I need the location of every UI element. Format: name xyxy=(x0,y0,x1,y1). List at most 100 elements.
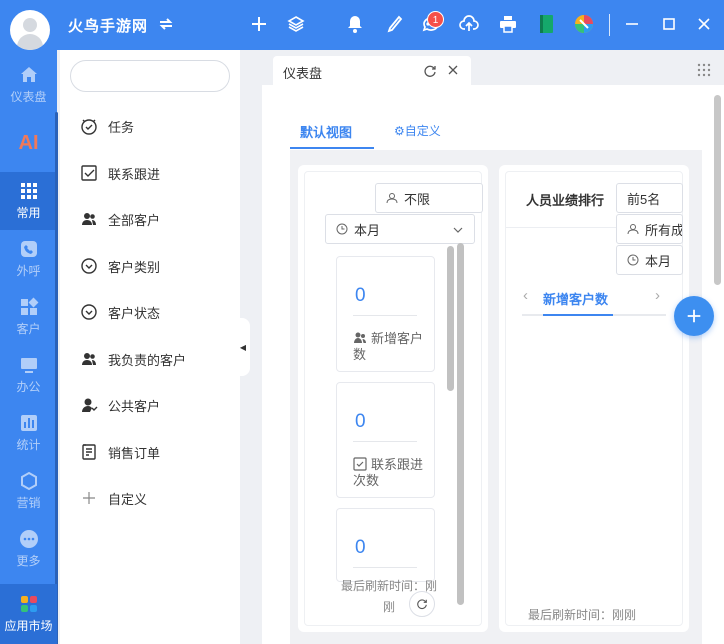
plus-icon xyxy=(83,492,95,504)
rail-item-ai[interactable]: AI xyxy=(0,114,57,172)
menu-item-sales-order[interactable]: 销售订单 xyxy=(80,440,160,464)
menu-search-input[interactable] xyxy=(70,60,230,92)
refresh-icon[interactable] xyxy=(423,64,437,78)
printer-icon[interactable] xyxy=(496,12,520,36)
user-icon xyxy=(386,193,398,204)
more-icon xyxy=(19,530,38,548)
card-scrollbar-thumb[interactable] xyxy=(457,243,464,605)
caret-left-icon: ◀ xyxy=(239,342,247,352)
sync-icon[interactable] xyxy=(154,12,178,36)
app-market-label: 应用市场 xyxy=(4,619,53,633)
user-icon xyxy=(82,398,98,412)
rail-item-more[interactable]: 更多 xyxy=(0,520,57,578)
hexagon-icon xyxy=(20,471,37,491)
menu-item-task[interactable]: 任务 xyxy=(80,114,134,138)
add-widget-button[interactable] xyxy=(674,296,714,336)
menu-item-my-customers[interactable]: 我负责的客户 xyxy=(80,347,186,371)
clock-icon xyxy=(627,254,639,266)
rail-label: 客户 xyxy=(16,322,41,336)
maximize-icon[interactable] xyxy=(657,12,681,36)
period-select[interactable]: 本月 xyxy=(325,214,475,244)
apps-grid-icon[interactable] xyxy=(697,63,711,77)
menu-item-custom[interactable]: 自定义 xyxy=(80,486,147,510)
top-n-select[interactable]: 前5名 xyxy=(616,183,683,213)
top-n-value: 前5名 xyxy=(627,191,661,207)
phone-icon xyxy=(20,241,37,257)
stat-value: 0 xyxy=(355,285,366,306)
close-icon[interactable] xyxy=(692,12,716,36)
menu-panel: 任务 联系跟进 全部客户 客户类别 客户状态 我负责的客户 公共客户 销售订单 … xyxy=(60,50,240,644)
scope-select[interactable]: 所有成 xyxy=(616,214,683,244)
period-select-value: 本月 xyxy=(354,222,381,238)
rail-scrollbar[interactable] xyxy=(55,112,58,644)
rail-item-stats[interactable]: 统计 xyxy=(0,404,57,462)
menu-item-customer-status[interactable]: 客户状态 xyxy=(80,300,160,324)
rail-item-outbound[interactable]: 外呼 xyxy=(0,230,57,288)
ranking-tab-underline xyxy=(543,314,613,316)
stat-third[interactable]: 0 xyxy=(336,508,435,582)
layers-icon[interactable] xyxy=(284,12,308,36)
view-tab-default[interactable]: 默认视图 xyxy=(300,122,352,141)
phone-icon[interactable] xyxy=(382,12,406,36)
tab-label: 仪表盘 xyxy=(283,66,323,81)
minimize-icon[interactable] xyxy=(620,12,644,36)
menu-item-all-customers[interactable]: 全部客户 xyxy=(80,207,160,231)
book-icon[interactable] xyxy=(534,12,558,36)
stat-label: 新增客户数 xyxy=(353,331,424,362)
monitor-icon xyxy=(20,358,37,373)
rail-label: 常用 xyxy=(16,206,41,220)
menu-item-public-customers[interactable]: 公共客户 xyxy=(80,393,160,417)
rail-item-office[interactable]: 办公 xyxy=(0,346,57,404)
avatar[interactable] xyxy=(10,10,50,50)
color-app-icon[interactable] xyxy=(572,12,596,36)
order-icon xyxy=(82,444,96,460)
rail-item-marketing[interactable]: 营销 xyxy=(0,462,57,520)
rail-item-customer[interactable]: 客户 xyxy=(0,288,57,346)
menu-item-label: 自定义 xyxy=(108,491,148,507)
close-icon[interactable] xyxy=(446,63,460,77)
menu-item-label: 任务 xyxy=(108,119,135,135)
customer-icon xyxy=(20,297,38,315)
chevron-right-icon[interactable]: › xyxy=(655,287,660,304)
ranking-period-select[interactable]: 本月 xyxy=(616,245,683,275)
plus-icon[interactable] xyxy=(247,12,271,36)
grid-icon xyxy=(20,183,37,199)
collapse-menu-button[interactable]: ◀ xyxy=(236,318,250,376)
scope-value: 所有成 xyxy=(645,222,683,238)
stat-label: 联系跟进次数 xyxy=(353,457,424,488)
menu-item-label: 客户类别 xyxy=(108,259,161,275)
stat-value: 0 xyxy=(355,537,366,558)
bell-icon[interactable] xyxy=(343,12,367,36)
chevron-circle-icon xyxy=(81,304,97,320)
ranking-tab-new-customers[interactable]: 新增客户数 xyxy=(543,289,608,308)
ai-icon: AI xyxy=(18,131,39,154)
view-tab-custom[interactable]: ⚙自定义 xyxy=(394,122,441,139)
ranking-title: 人员业绩排行 xyxy=(526,193,605,208)
content-scrollbar-thumb[interactable] xyxy=(714,95,721,285)
stat-new-customers[interactable]: 0 新增客户数 xyxy=(336,256,435,372)
stats-refresh-button[interactable] xyxy=(409,591,435,617)
app-title: 火鸟手游网 xyxy=(68,18,149,35)
checkbox-icon xyxy=(353,457,367,471)
topbar-divider xyxy=(609,14,610,36)
owner-filter[interactable]: 不限 xyxy=(375,183,483,213)
user-icon xyxy=(627,224,639,235)
cloud-upload-icon[interactable] xyxy=(457,12,481,36)
tab-dashboard[interactable]: 仪表盘 xyxy=(273,56,471,86)
rail-item-common[interactable]: 常用 xyxy=(0,172,57,230)
app-market-button[interactable]: 应用市场 xyxy=(0,584,57,644)
clock-icon xyxy=(336,223,348,235)
menu-item-follow-up[interactable]: 联系跟进 xyxy=(80,161,160,185)
menu-item-label: 联系跟进 xyxy=(108,166,161,182)
stats-scrollbar-thumb[interactable] xyxy=(447,246,454,391)
menu-item-label: 客户状态 xyxy=(108,305,161,321)
view-tab-custom-label: 自定义 xyxy=(404,124,441,138)
chevron-left-icon[interactable]: ‹ xyxy=(523,287,528,304)
checkbox-icon xyxy=(81,165,97,181)
menu-item-customer-category[interactable]: 客户类别 xyxy=(80,254,160,278)
chevron-down-icon xyxy=(453,227,463,233)
ranking-period-value: 本月 xyxy=(645,253,672,269)
rail-item-dashboard[interactable]: 仪表盘 xyxy=(0,56,57,114)
stat-follow-ups[interactable]: 0 联系跟进次数 xyxy=(336,382,435,498)
users-icon xyxy=(82,353,96,365)
